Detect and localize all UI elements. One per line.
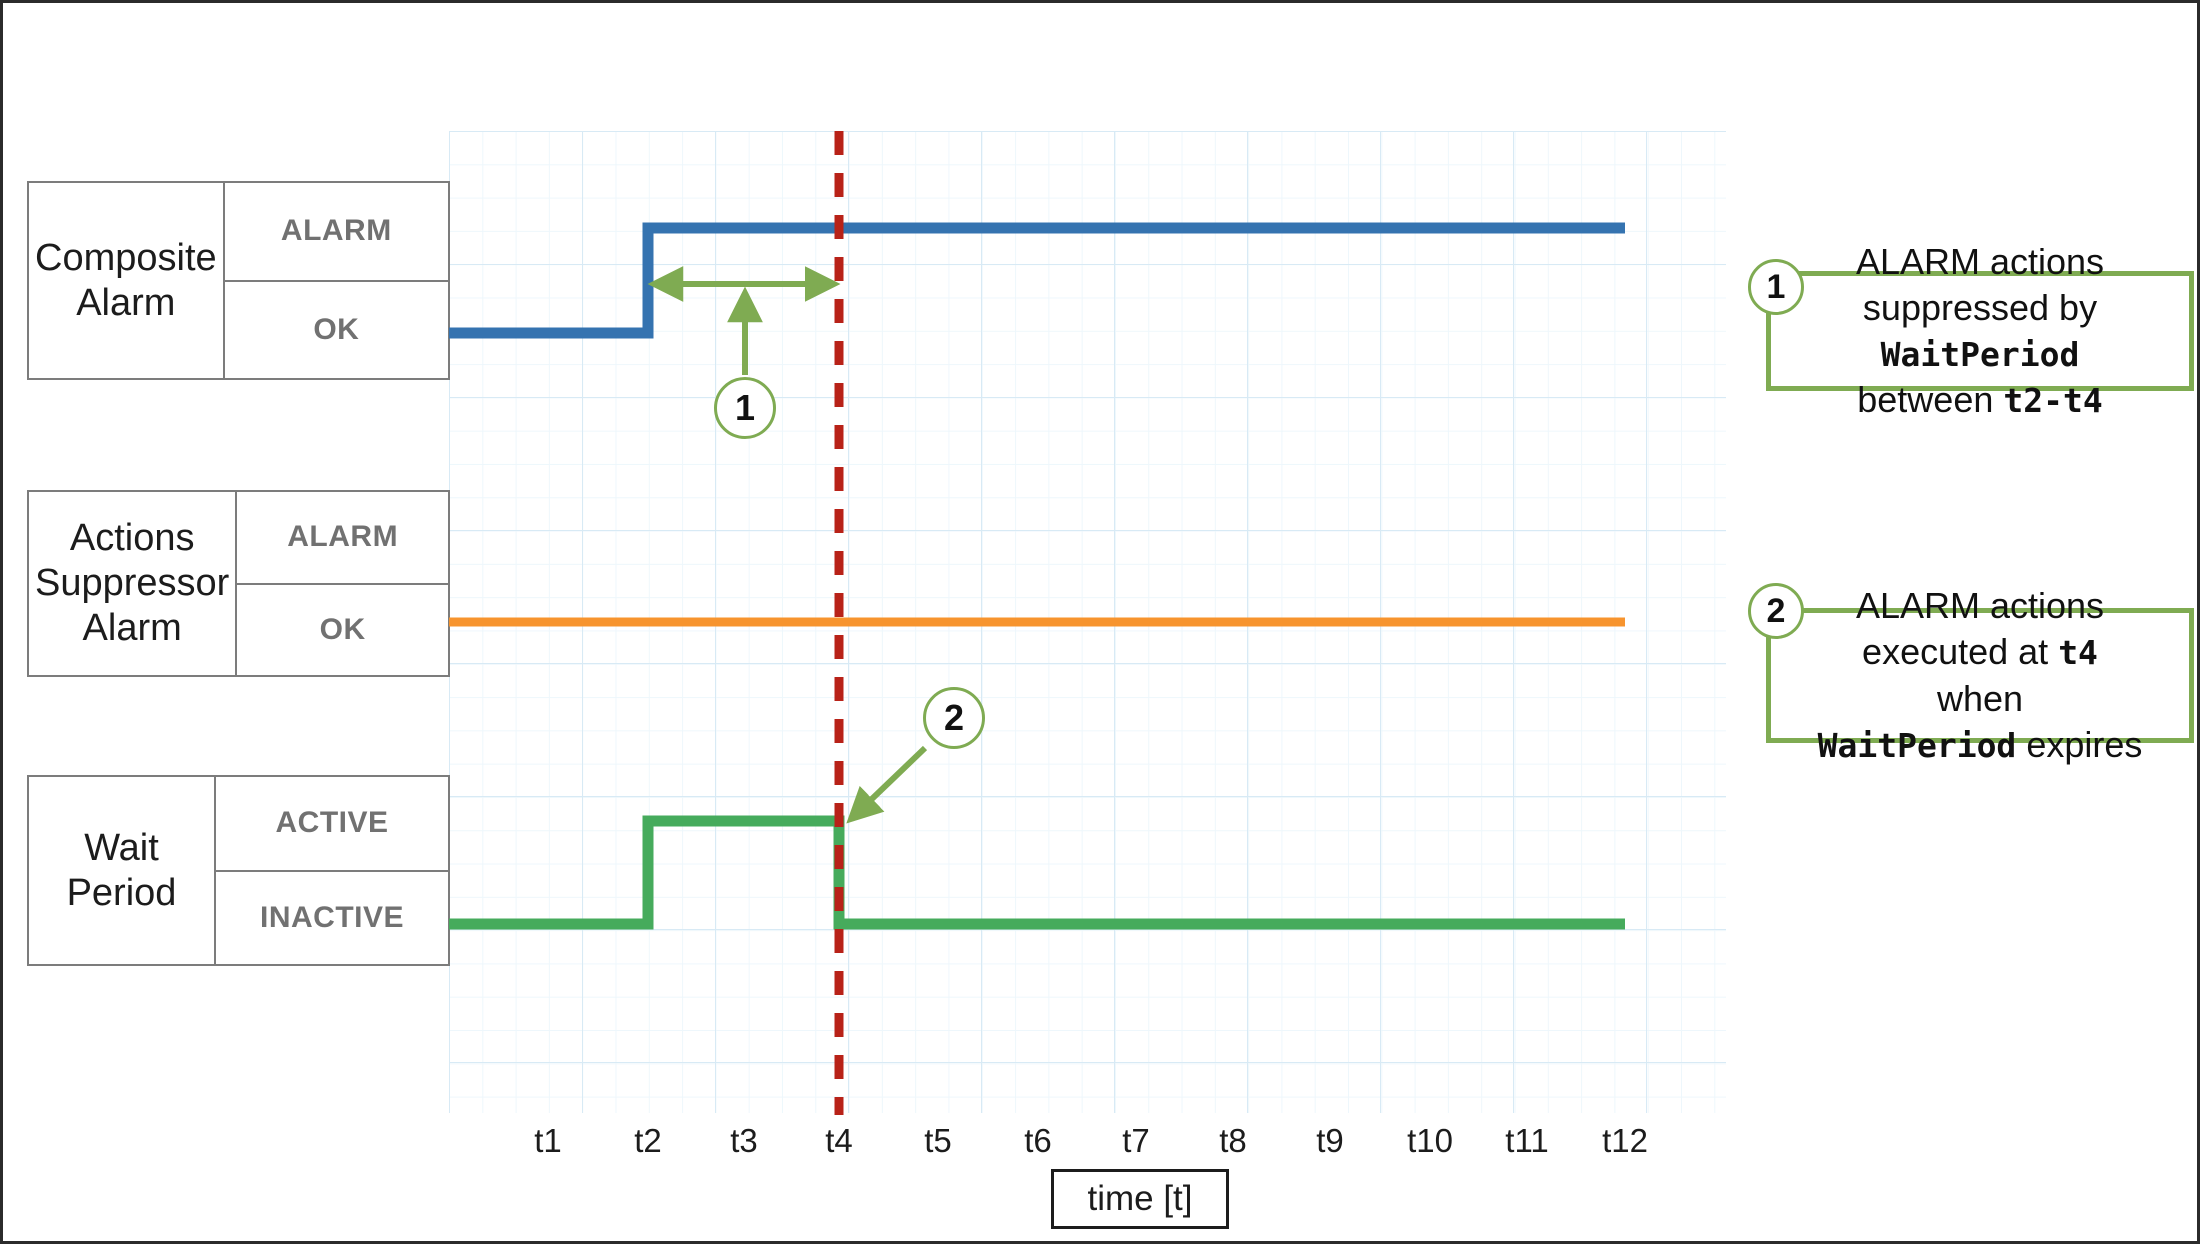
state-column-wait-period: ACTIVE INACTIVE [214,777,448,964]
state-cell-alarm: ALARM [287,520,399,554]
callout-code-t4: t4 [2058,633,2098,673]
label-line: Period [66,871,177,914]
label-line: Alarm [82,606,182,649]
x-tick-t10: t10 [1407,1122,1453,1159]
label-line: Composite [35,236,217,279]
state-cell-ok: OK [224,279,448,379]
x-tick-t3: t3 [730,1122,758,1159]
label-line: Wait [84,826,159,869]
state-cell-active: ACTIVE [275,806,389,840]
callout-text-line: between [1857,379,2004,421]
row-label-wait-period: Wait Period ACTIVE INACTIVE [27,775,450,966]
callout-code-waitperiod: WaitPeriod [1880,335,2080,374]
x-axis-title: time [t] [1051,1169,1229,1229]
callout-text-line: expires [2016,723,2143,765]
x-tick-t12: t12 [1602,1122,1648,1159]
label-line: Alarm [76,281,176,324]
row-label-name-composite-alarm: Composite Alarm [29,183,223,378]
row-label-name-wait-period: Wait Period [29,777,214,964]
plot-marker-2[interactable]: 2 [923,687,985,749]
callout-code-timespan: t2-t4 [2003,381,2103,421]
callout-text-line: suppressed by [1862,286,2098,328]
callout-text-line: ALARM actions [1855,240,2105,282]
callout-text-line: ALARM actions [1855,585,2105,627]
callout-text-line: executed at [1862,631,2059,673]
x-tick-t4: t4 [825,1122,853,1159]
callout-badge-2[interactable]: 2 [1748,583,1804,639]
row-label-actions-suppressor-alarm: Actions Suppressor Alarm ALARM OK [27,490,450,677]
x-tick-t2: t2 [634,1122,662,1159]
x-tick-t11: t11 [1505,1122,1549,1159]
x-tick-t5: t5 [924,1122,952,1159]
state-cell-inactive: INACTIVE [216,869,448,965]
row-label-name-actions-suppressor-alarm: Actions Suppressor Alarm [29,492,235,675]
x-tick-t9: t9 [1316,1122,1344,1159]
callout-box-2: ALARM actions executed at t4 when WaitPe… [1766,585,2194,765]
x-tick-t6: t6 [1024,1122,1052,1159]
plot-marker-1[interactable]: 1 [714,377,776,439]
x-tick-t8: t8 [1219,1122,1247,1159]
state-column-composite-alarm: ALARM OK [222,183,448,379]
state-column-actions-suppressor-alarm: ALARM OK [235,492,448,675]
state-cell-ok: OK [237,582,448,676]
x-tick-t1: t1 [534,1122,562,1159]
callout-badge-1[interactable]: 1 [1748,259,1804,315]
callout-box-1: ALARM actions suppressed by WaitPeriod b… [1766,241,2194,420]
diagram-canvas: Composite Alarm ALARM OK Actions Suppres… [0,0,2200,1244]
state-cell-alarm: ALARM [280,214,392,248]
plot-grid [449,131,1726,1113]
callout-text-line: when [1936,677,2024,719]
row-label-composite-alarm: Composite Alarm ALARM OK [27,181,450,380]
callout-code-waitperiod: WaitPeriod [1817,725,2017,765]
label-line: Suppressor [35,562,230,605]
x-tick-t7: t7 [1122,1122,1150,1159]
label-line: Actions [69,517,195,560]
